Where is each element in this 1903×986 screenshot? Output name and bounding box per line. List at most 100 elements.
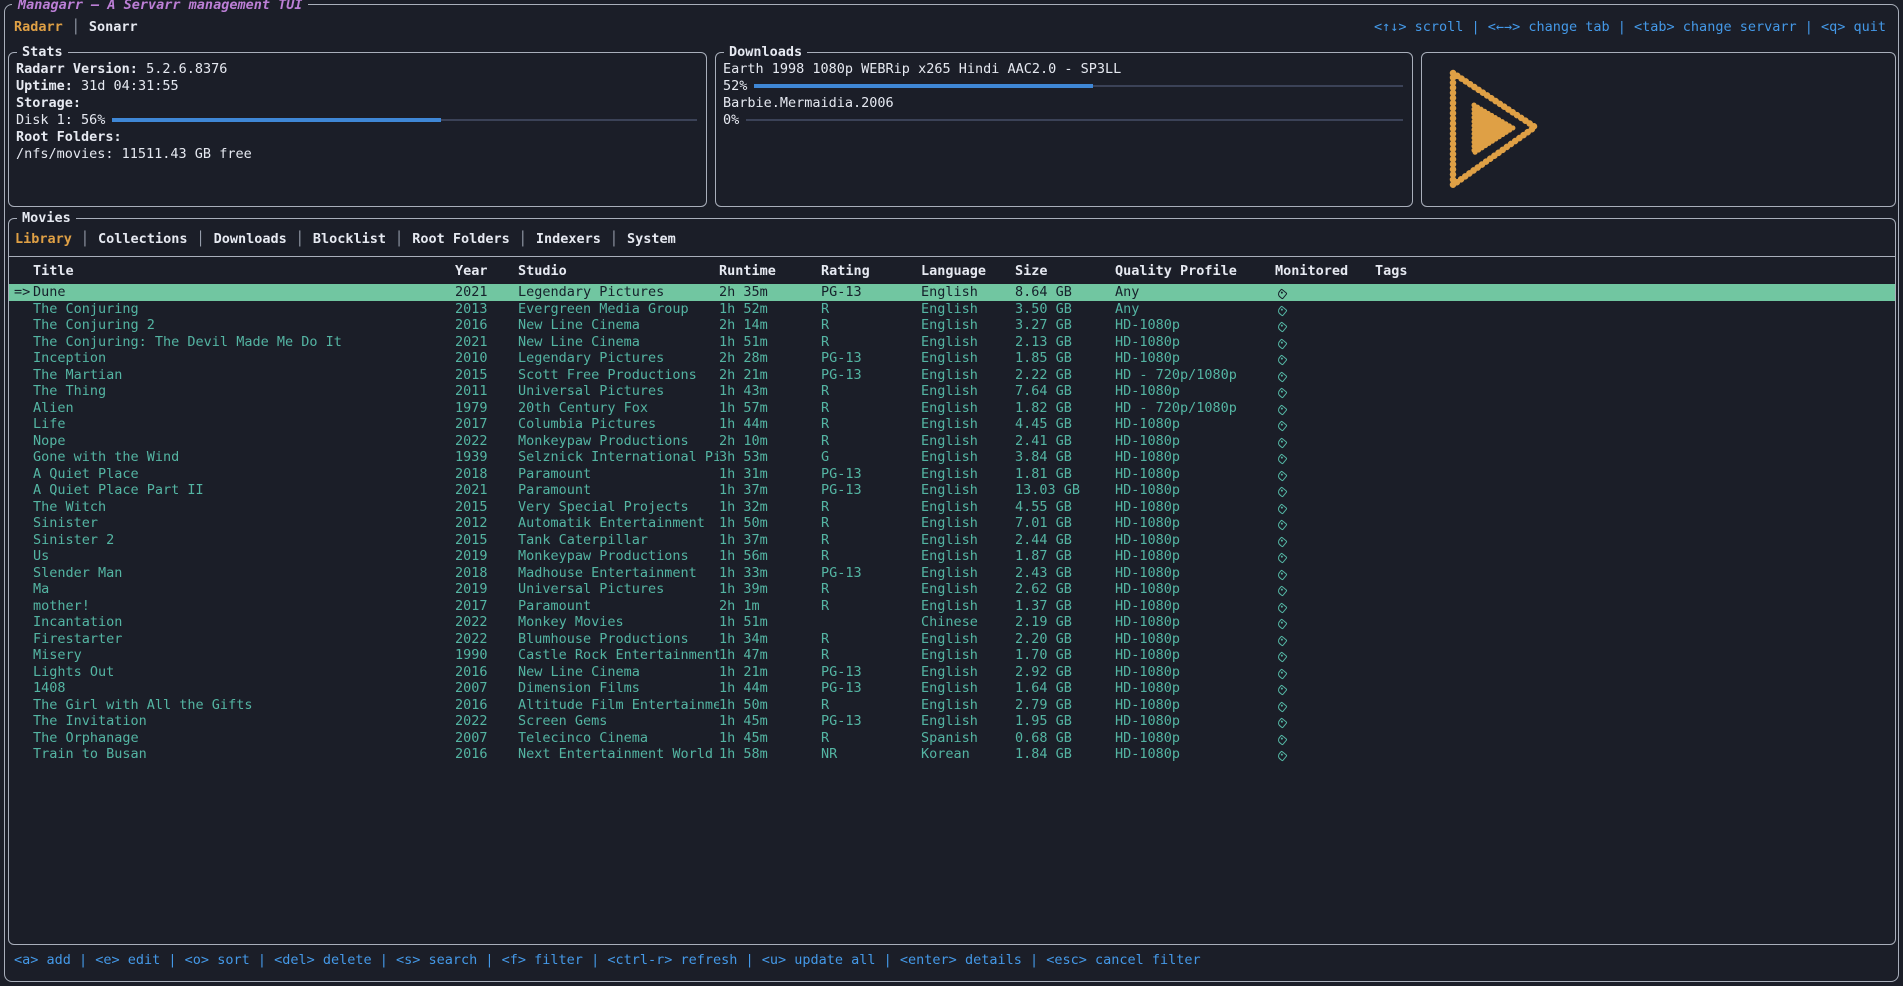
movie-size: 2.13 GB: [1015, 334, 1115, 351]
monitored-tag-icon: [1276, 453, 1287, 464]
movie-rating: R: [821, 499, 921, 516]
servarr-tab-radarr[interactable]: Radarr: [14, 19, 63, 35]
table-row[interactable]: The Orphanage2007Telecinco Cinema1h 45mR…: [9, 730, 1895, 747]
movie-monitored: [1275, 746, 1375, 763]
storage-line: Storage:: [16, 94, 699, 111]
movie-rating: R: [821, 317, 921, 334]
table-row[interactable]: Firestarter2022Blumhouse Productions1h 3…: [9, 631, 1895, 648]
movie-runtime: 2h 10m: [719, 433, 821, 450]
table-row[interactable]: The Conjuring: The Devil Made Me Do It20…: [9, 334, 1895, 351]
column-header-language[interactable]: Language: [921, 263, 1015, 279]
disk-usage-line: Disk 1: 56%: [16, 111, 699, 128]
movie-quality-profile: HD-1080p: [1115, 416, 1275, 433]
table-row[interactable]: Incantation2022Monkey Movies1h 51mChines…: [9, 614, 1895, 631]
table-row[interactable]: =>Dune2021Legendary Pictures2h 35mPG-13E…: [9, 284, 1895, 301]
tab-separator: │: [81, 231, 89, 247]
radarr-version-label: Radarr Version:: [16, 61, 138, 77]
table-row[interactable]: The Thing2011Universal Pictures1h 43mREn…: [9, 383, 1895, 400]
table-row[interactable]: 14082007Dimension Films1h 44mPG-13Englis…: [9, 680, 1895, 697]
movie-tags: [1375, 746, 1895, 763]
table-row[interactable]: Slender Man2018Madhouse Entertainment1h …: [9, 565, 1895, 582]
column-header-year[interactable]: Year: [455, 263, 518, 279]
table-row[interactable]: Ma2019Universal Pictures1h 39mREnglish2.…: [9, 581, 1895, 598]
tab-downloads[interactable]: Downloads: [214, 231, 287, 247]
row-marker: [14, 433, 33, 450]
movie-size: 1.95 GB: [1015, 713, 1115, 730]
movie-studio: Monkeypaw Productions: [518, 548, 719, 565]
movie-quality-profile: HD-1080p: [1115, 581, 1275, 598]
table-row[interactable]: Misery1990Castle Rock Entertainment1h 47…: [9, 647, 1895, 664]
movie-rating: R: [821, 532, 921, 549]
movie-runtime: 1h 39m: [719, 581, 821, 598]
table-row[interactable]: mother!2017Paramount2h 1mREnglish1.37 GB…: [9, 598, 1895, 615]
table-row[interactable]: Sinister2012Automatik Entertainment1h 50…: [9, 515, 1895, 532]
table-row[interactable]: The Witch2015Very Special Projects1h 32m…: [9, 499, 1895, 516]
table-row[interactable]: The Girl with All the Gifts2016Altitude …: [9, 697, 1895, 714]
tab-library[interactable]: Library: [15, 231, 72, 247]
table-row[interactable]: Train to Busan2016Next Entertainment Wor…: [9, 746, 1895, 763]
table-row[interactable]: The Martian2015Scott Free Productions2h …: [9, 367, 1895, 384]
monitored-tag-icon: [1276, 618, 1287, 629]
movie-quality-profile: HD-1080p: [1115, 548, 1275, 565]
monitored-tag-icon: [1276, 486, 1287, 497]
column-header-monitored[interactable]: Monitored: [1275, 263, 1375, 279]
movie-quality-profile: HD-1080p: [1115, 466, 1275, 483]
table-row[interactable]: Life2017Columbia Pictures1h 44mREnglish4…: [9, 416, 1895, 433]
table-row[interactable]: Nope2022Monkeypaw Productions2h 10mREngl…: [9, 433, 1895, 450]
table-row[interactable]: Sinister 22015Tank Caterpillar1h 37mREng…: [9, 532, 1895, 549]
movie-runtime: 1h 34m: [719, 631, 821, 648]
movie-rating: NR: [821, 746, 921, 763]
row-marker: [14, 301, 33, 318]
movie-quality-profile: HD-1080p: [1115, 334, 1275, 351]
table-row[interactable]: Alien197920th Century Fox1h 57mREnglish1…: [9, 400, 1895, 417]
column-header-studio[interactable]: Studio: [518, 263, 719, 279]
table-row[interactable]: A Quiet Place2018Paramount1h 31mPG-13Eng…: [9, 466, 1895, 483]
table-row[interactable]: The Invitation2022Screen Gems1h 45mPG-13…: [9, 713, 1895, 730]
movie-monitored: [1275, 664, 1375, 681]
column-header-rating[interactable]: Rating: [821, 263, 921, 279]
movie-quality-profile: HD-1080p: [1115, 350, 1275, 367]
tab-indexers[interactable]: Indexers: [536, 231, 601, 247]
movie-quality-profile: HD-1080p: [1115, 631, 1275, 648]
column-header-quality-profile[interactable]: Quality Profile: [1115, 263, 1275, 279]
movie-tags: [1375, 334, 1895, 351]
movie-quality-profile: HD-1080p: [1115, 482, 1275, 499]
movie-runtime: 1h 37m: [719, 532, 821, 549]
table-row[interactable]: The Conjuring 22016New Line Cinema2h 14m…: [9, 317, 1895, 334]
column-header-tags[interactable]: Tags: [1375, 263, 1895, 279]
tab-blocklist[interactable]: Blocklist: [313, 231, 386, 247]
movie-tags: [1375, 680, 1895, 697]
movie-tags: [1375, 713, 1895, 730]
movie-language: English: [921, 317, 1015, 334]
monitored-tag-icon: [1276, 404, 1287, 415]
movie-year: 2022: [455, 614, 518, 631]
table-row[interactable]: Gone with the Wind1939Selznick Internati…: [9, 449, 1895, 466]
column-header-size[interactable]: Size: [1015, 263, 1115, 279]
table-row[interactable]: Inception2010Legendary Pictures2h 28mPG-…: [9, 350, 1895, 367]
movies-panel: Movies Library│Collections│Downloads│Blo…: [8, 218, 1896, 945]
column-header-title[interactable]: Title: [33, 263, 455, 279]
table-row[interactable]: Lights Out2016New Line Cinema1h 21mPG-13…: [9, 664, 1895, 681]
logo-panel: [1421, 52, 1896, 207]
servarr-tab-sonarr[interactable]: Sonarr: [89, 19, 138, 35]
movie-language: English: [921, 350, 1015, 367]
movie-year: 1990: [455, 647, 518, 664]
managarr-logo-icon: [1444, 64, 1546, 194]
movie-year: 2021: [455, 482, 518, 499]
tab-system[interactable]: System: [627, 231, 676, 247]
movie-quality-profile: HD-1080p: [1115, 449, 1275, 466]
movie-year: 2022: [455, 631, 518, 648]
movie-size: 2.19 GB: [1015, 614, 1115, 631]
movie-language: Korean: [921, 746, 1015, 763]
table-row[interactable]: A Quiet Place Part II2021Paramount1h 37m…: [9, 482, 1895, 499]
table-row[interactable]: The Conjuring2013Evergreen Media Group1h…: [9, 301, 1895, 318]
movie-studio: Next Entertainment World: [518, 746, 719, 763]
movie-studio: Tank Caterpillar: [518, 532, 719, 549]
monitored-tag-icon: [1276, 552, 1287, 563]
tab-collections[interactable]: Collections: [98, 231, 187, 247]
movie-monitored: [1275, 383, 1375, 400]
column-header-runtime[interactable]: Runtime: [719, 263, 821, 279]
movie-runtime: 2h 14m: [719, 317, 821, 334]
table-row[interactable]: Us2019Monkeypaw Productions1h 56mREnglis…: [9, 548, 1895, 565]
tab-root-folders[interactable]: Root Folders: [412, 231, 510, 247]
